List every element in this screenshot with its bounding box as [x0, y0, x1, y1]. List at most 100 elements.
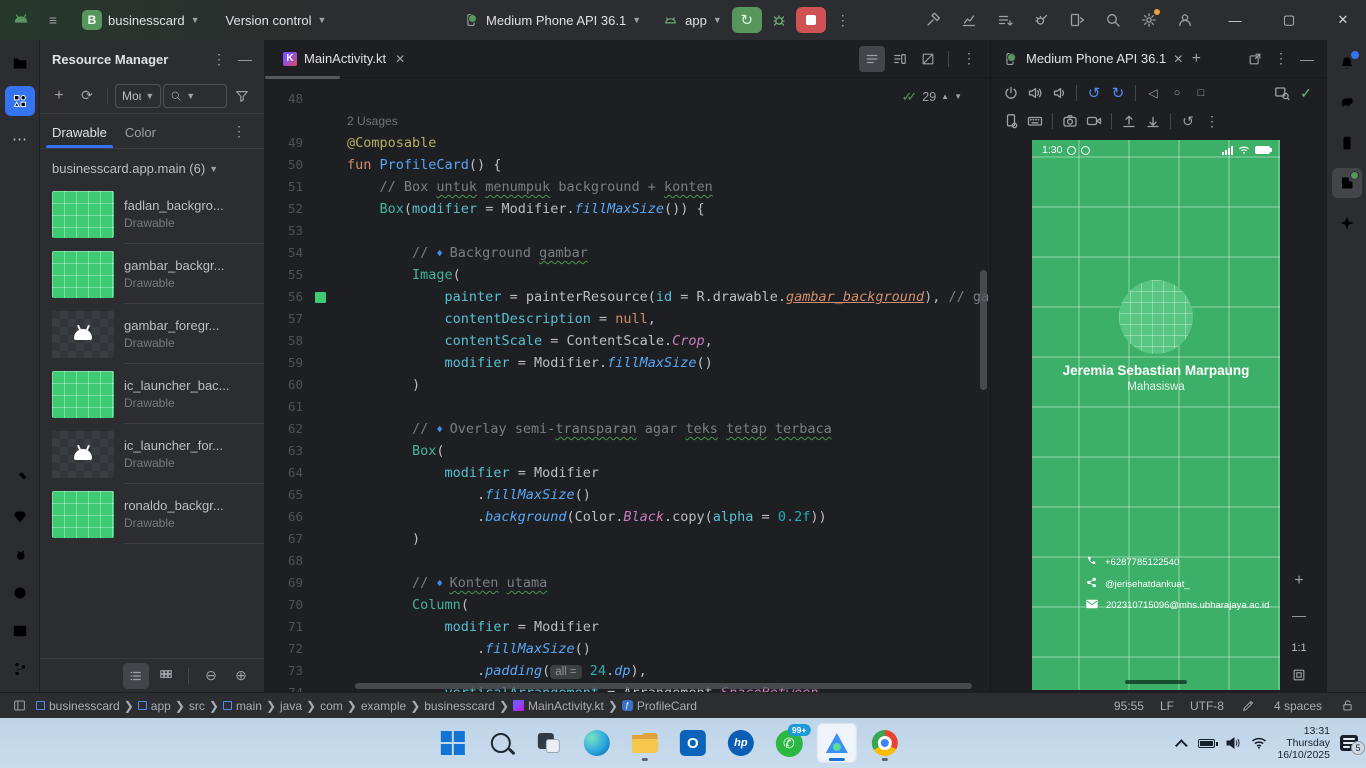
- code-line[interactable]: 70 Column(: [265, 594, 990, 616]
- resource-group-header[interactable]: businesscard.app.main (6) ▼: [40, 148, 264, 182]
- code-line[interactable]: 54 // ♦ Background gambar: [265, 242, 990, 264]
- rotate-right-icon[interactable]: ↻: [1106, 82, 1130, 104]
- problems-icon[interactable]: [5, 578, 35, 608]
- emulator-tab[interactable]: Medium Phone API 36.1 ✕: [1001, 50, 1183, 68]
- notification-center-icon[interactable]: 5: [1340, 735, 1358, 751]
- vcs-widget[interactable]: Version control ▼: [216, 5, 337, 35]
- running-devices-icon[interactable]: [1332, 168, 1362, 198]
- breadcrumb-item[interactable]: ƒProfileCard: [622, 699, 697, 713]
- hidden-icons-chevron[interactable]: [1175, 739, 1188, 752]
- code-line[interactable]: 58 contentScale = ContentScale.Crop,: [265, 330, 990, 352]
- fit-to-window-button[interactable]: [1286, 662, 1312, 688]
- file-explorer-taskbar-icon[interactable]: [625, 723, 665, 763]
- main-menu-button[interactable]: ≡: [40, 7, 66, 33]
- code-line[interactable]: 59 modifier = Modifier.fillMaxSize(): [265, 352, 990, 374]
- overview-icon[interactable]: □: [1189, 82, 1213, 104]
- close-emulator-tab-icon[interactable]: ✕: [1173, 52, 1183, 66]
- windows-search-taskbar-icon[interactable]: [481, 723, 521, 763]
- split-view-button[interactable]: [887, 46, 913, 72]
- prev-problem-icon[interactable]: ▲: [941, 86, 949, 108]
- hp-taskbar-icon[interactable]: hp: [721, 723, 761, 763]
- gesture-navigation-bar[interactable]: [1125, 680, 1187, 684]
- code-line[interactable]: 63 Box(: [265, 440, 990, 462]
- check-icon[interactable]: ✓: [1294, 82, 1318, 104]
- code-line[interactable]: 57 contentDescription = null,: [265, 308, 990, 330]
- panel-options-icon[interactable]: ⋮: [206, 46, 232, 72]
- code-area[interactable]: ✓✓ 29 ▲ ▼ 482 Usages49@Composable50fun P…: [265, 78, 990, 692]
- tab-drawable[interactable]: Drawable: [52, 125, 107, 148]
- code-line[interactable]: 55 Image(: [265, 264, 990, 286]
- build-icon[interactable]: [920, 7, 946, 33]
- whatsapp-taskbar-icon[interactable]: ✆99+: [769, 723, 809, 763]
- drawable-list-item[interactable]: gambar_backgr...Drawable: [52, 244, 264, 304]
- zoom-out-button[interactable]: ⊖: [198, 663, 224, 689]
- indent-setting[interactable]: 4 spaces: [1274, 699, 1322, 713]
- home-icon[interactable]: ○: [1165, 82, 1189, 104]
- upload-icon[interactable]: [1117, 110, 1141, 132]
- breadcrumb-item[interactable]: example: [361, 699, 406, 713]
- more-run-actions-button[interactable]: ⋮: [830, 7, 856, 33]
- more-tool-windows-icon[interactable]: ⋯: [5, 124, 35, 154]
- editor-horizontal-scrollbar[interactable]: [355, 683, 972, 689]
- code-line[interactable]: 66 .background(Color.Black.copy(alpha = …: [265, 506, 990, 528]
- device-settings-icon[interactable]: [999, 110, 1023, 132]
- task-view-taskbar-icon[interactable]: [529, 723, 569, 763]
- keyboard-icon[interactable]: [1023, 110, 1047, 132]
- battery-icon[interactable]: [1198, 739, 1215, 748]
- next-problem-icon[interactable]: ▼: [954, 86, 962, 108]
- phone-screen[interactable]: 1:30 Jeremia Sebastian Marpaung Mahasisw…: [1032, 140, 1280, 690]
- rotate-left-icon[interactable]: ↺: [1082, 82, 1106, 104]
- code-line[interactable]: 49@Composable: [265, 132, 990, 154]
- code-line[interactable]: 68: [265, 550, 990, 572]
- code-line[interactable]: 51 // Box untuk menumpuk background + ko…: [265, 176, 990, 198]
- start-taskbar-icon[interactable]: [433, 723, 473, 763]
- code-line[interactable]: 56 painter = painterResource(id = R.draw…: [265, 286, 990, 308]
- chrome-taskbar-icon[interactable]: [865, 723, 905, 763]
- code-line[interactable]: 64 modifier = Modifier: [265, 462, 990, 484]
- code-line[interactable]: 65 .fillMaxSize(): [265, 484, 990, 506]
- camera-icon[interactable]: [1058, 110, 1082, 132]
- search-resources-input[interactable]: ▼: [163, 84, 227, 108]
- drawable-list-item[interactable]: ronaldo_backgr...Drawable: [52, 484, 264, 544]
- breadcrumb-item[interactable]: businesscard: [36, 699, 120, 713]
- tabs-more-icon[interactable]: ⋮: [226, 118, 252, 144]
- device-manager-icon[interactable]: [1332, 128, 1362, 158]
- run-config-selector[interactable]: app ▼: [655, 5, 728, 35]
- breadcrumb-item[interactable]: java: [280, 699, 302, 713]
- panel-options-icon[interactable]: ⋮: [1268, 46, 1294, 72]
- editor-options-icon[interactable]: ⋮: [956, 46, 982, 72]
- notifications-icon[interactable]: [1332, 48, 1362, 78]
- device-mirror-icon[interactable]: [1064, 7, 1090, 33]
- build-icon[interactable]: [5, 464, 35, 494]
- zoom-in-button[interactable]: +: [1286, 568, 1312, 594]
- file-encoding[interactable]: UTF-8: [1190, 699, 1224, 713]
- gradle-icon[interactable]: [1332, 88, 1362, 118]
- android-studio-taskbar-icon[interactable]: [817, 723, 857, 763]
- code-line[interactable]: 60 ): [265, 374, 990, 396]
- attach-debugger-icon[interactable]: [1028, 7, 1054, 33]
- settings-icon[interactable]: [1136, 7, 1162, 33]
- drawable-list-item[interactable]: gambar_foregr...Drawable: [52, 304, 264, 364]
- code-line[interactable]: 62 // ♦ Overlay semi-transparan agar tek…: [265, 418, 990, 440]
- module-dropdown[interactable]: Moι▼: [115, 84, 161, 108]
- app-quality-insights-icon[interactable]: [5, 502, 35, 532]
- refresh-button[interactable]: ⟳: [74, 83, 100, 109]
- gemini-icon[interactable]: [5, 540, 35, 570]
- stop-button[interactable]: [796, 7, 826, 33]
- close-tab-icon[interactable]: ✕: [395, 52, 405, 66]
- code-line[interactable]: 53: [265, 220, 990, 242]
- code-line[interactable]: 72 .fillMaxSize(): [265, 638, 990, 660]
- window-close-button[interactable]: ✕: [1320, 0, 1366, 40]
- terminal-icon[interactable]: [5, 616, 35, 646]
- taskbar-clock[interactable]: 13:31 Thursday 16/10/2025: [1277, 725, 1330, 761]
- code-line[interactable]: 69 // ♦ Konten utama: [265, 572, 990, 594]
- window-minimize-button[interactable]: —: [1212, 0, 1258, 40]
- editor-vertical-scrollbar[interactable]: [980, 270, 987, 390]
- code-line[interactable]: 71 modifier = Modifier: [265, 616, 990, 638]
- drawable-list-item[interactable]: ic_launcher_for...Drawable: [52, 424, 264, 484]
- device-selector[interactable]: Medium Phone API 36.1 ▼: [452, 5, 651, 35]
- highlighting-level-icon[interactable]: [1240, 697, 1258, 715]
- restore-icon[interactable]: ↺: [1176, 110, 1200, 132]
- resource-manager-icon[interactable]: [5, 86, 35, 116]
- edge-taskbar-icon[interactable]: [577, 723, 617, 763]
